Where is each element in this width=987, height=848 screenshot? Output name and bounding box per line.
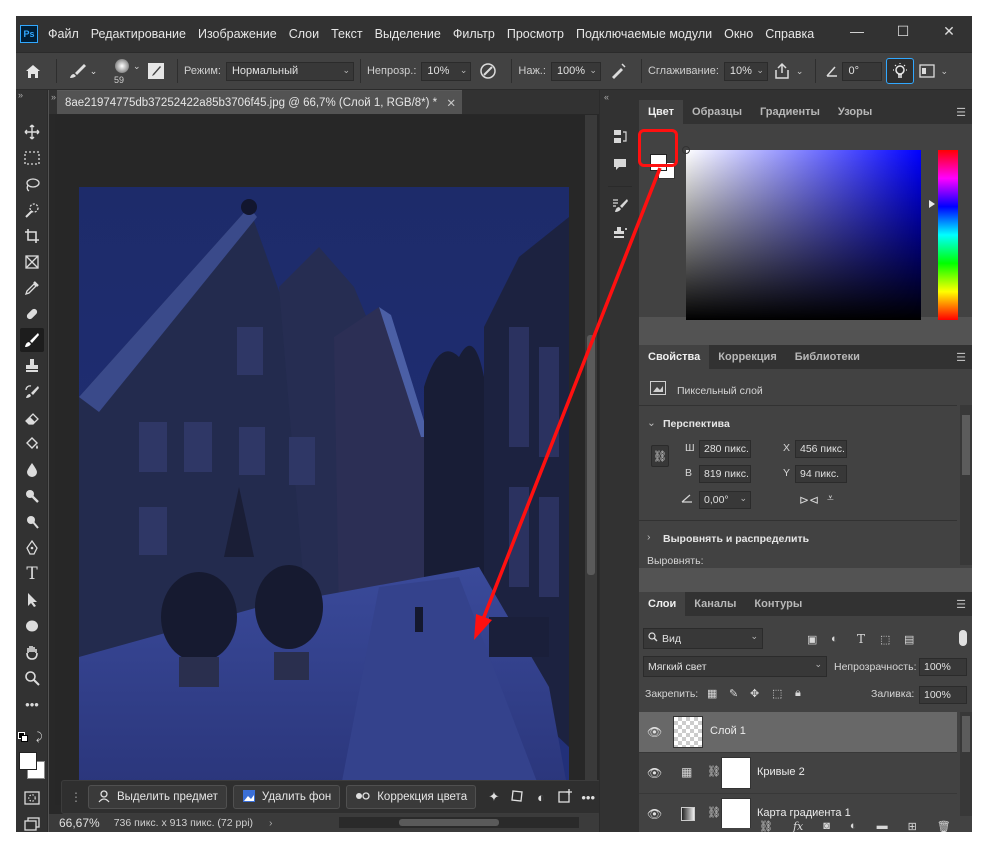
annotation-arrow — [474, 167, 662, 640]
